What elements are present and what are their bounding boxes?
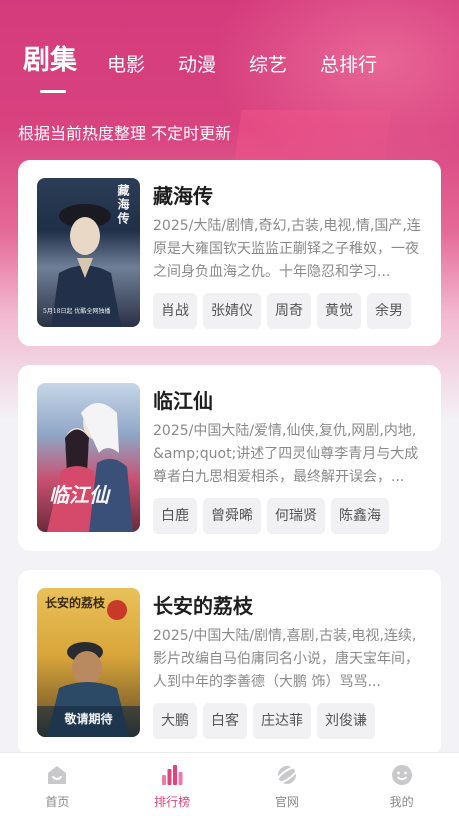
actor-tag[interactable]: 白鹿 <box>153 498 197 534</box>
show-title: 临江仙 <box>153 389 213 413</box>
show-title: 长安的荔枝 <box>153 594 253 618</box>
show-description: &amp;quot;讲述了四灵仙尊李青月与大成尊者白九思相爱相杀，最终解开误会，… <box>153 446 419 485</box>
show-meta: 2025/中国大陆/剧情,喜剧,古装,电视,连续, <box>153 628 417 644</box>
poster-title: 长安的荔枝 <box>45 596 106 610</box>
actor-tag[interactable]: 余男 <box>367 293 411 329</box>
tab-variety[interactable]: 综艺 <box>249 52 287 78</box>
actor-tag[interactable]: 张婧仪 <box>203 293 261 329</box>
planet-icon <box>275 763 299 787</box>
ranking-list: 藏海传 5月18日起 优酷全网独播 藏海传 2025/大陆/剧情,奇幻,古装,电… <box>18 160 441 775</box>
nav-label: 首页 <box>45 795 70 809</box>
poster-image: 临江仙 <box>37 383 140 532</box>
home-icon <box>45 763 69 787</box>
actor-tag[interactable]: 周奇 <box>267 293 311 329</box>
poster-image: 藏海传 5月18日起 优酷全网独播 <box>37 178 140 327</box>
poster-title: 藏海传 <box>116 184 130 226</box>
nav-official-site[interactable]: 官网 <box>230 753 345 816</box>
category-tabs: 剧集 电影 动漫 综艺 总排行 <box>23 44 410 93</box>
show-card[interactable]: 临江仙 临江仙 2025/中国大陆/爱情,仙侠,复仇,网剧,内地, &amp;q… <box>18 365 441 551</box>
show-card[interactable]: 长安的荔枝 敬请期待 长安的荔枝 2025/中国大陆/剧情,喜剧,古装,电视,连… <box>18 570 441 756</box>
nav-label: 我的 <box>389 795 414 809</box>
actor-tag[interactable]: 黄觉 <box>317 293 361 329</box>
poster-note: 敬请期待 <box>64 712 113 726</box>
ranking-icon <box>160 763 184 787</box>
actor-tag[interactable]: 肖战 <box>153 293 197 329</box>
actor-tag[interactable]: 陈鑫海 <box>331 498 389 534</box>
actor-tag[interactable]: 白客 <box>203 703 247 739</box>
poster-title: 临江仙 <box>49 483 109 507</box>
poster-image: 长安的荔枝 敬请期待 <box>37 588 140 737</box>
actor-tag[interactable]: 何瑞贤 <box>267 498 325 534</box>
actor-tag[interactable]: 大鹏 <box>153 703 197 739</box>
show-title: 藏海传 <box>153 184 213 208</box>
nav-label: 排行榜 <box>154 795 191 809</box>
poster-figure-icon <box>47 403 133 532</box>
smile-face-icon <box>390 763 414 787</box>
actor-tags: 大鹏 白客 庄达菲 刘俊谦 <box>153 703 381 739</box>
show-meta: 2025/大陆/剧情,奇幻,古装,电视,情,国产,连 <box>153 218 421 234</box>
nav-profile[interactable]: 我的 <box>344 753 459 816</box>
poster-note: 5月18日起 优酷全网独播 <box>43 308 111 315</box>
update-note: 根据当前热度整理 不定时更新 <box>18 124 232 143</box>
actor-tag[interactable]: 曾舜晞 <box>203 498 261 534</box>
actor-tag[interactable]: 刘俊谦 <box>317 703 375 739</box>
show-meta: 2025/中国大陆/爱情,仙侠,复仇,网剧,内地, <box>153 423 417 439</box>
nav-home[interactable]: 首页 <box>0 753 115 816</box>
show-card[interactable]: 藏海传 5月18日起 优酷全网独播 藏海传 2025/大陆/剧情,奇幻,古装,电… <box>18 160 441 346</box>
nav-ranking[interactable]: 排行榜 <box>115 753 230 816</box>
actor-tag[interactable]: 庄达菲 <box>253 703 311 739</box>
nav-label: 官网 <box>274 795 299 809</box>
tab-movies[interactable]: 电影 <box>107 52 145 78</box>
tab-series[interactable]: 剧集 <box>23 44 77 93</box>
tab-anime[interactable]: 动漫 <box>178 52 216 78</box>
tab-overall-ranking[interactable]: 总排行 <box>320 52 377 78</box>
show-description: 原是大雍国钦天监监正蒯铎之子稚奴，一夜之间身负血海之仇。十年隐忍和学习... <box>153 241 419 280</box>
actor-tags: 肖战 张婧仪 周奇 黄觉 余男 <box>153 293 417 329</box>
actor-tags: 白鹿 曾舜晞 何瑞贤 陈鑫海 <box>153 498 395 534</box>
show-description: 影片改编自马伯庸同名小说，唐天宝年间，人到中年的李善德（大鹏 饰）骂骂... <box>153 651 419 690</box>
bottom-navigation: 首页 排行榜 官网 我的 <box>0 752 459 816</box>
